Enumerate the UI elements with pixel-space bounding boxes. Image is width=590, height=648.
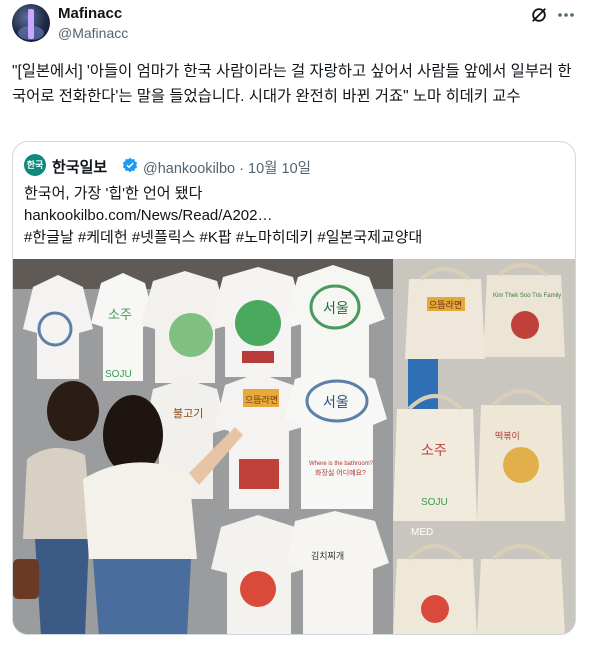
meta-separator: ·	[239, 161, 244, 177]
shirt-print	[240, 571, 276, 607]
person-blouse	[23, 447, 93, 539]
avatar[interactable]	[12, 4, 50, 42]
quote-header: 한국 한국일보 @hankookilbo · 10월 10일	[24, 154, 564, 178]
shirt-text-ramen: 으뜸라면	[245, 395, 278, 405]
shirt-print	[239, 459, 279, 489]
bag-text-family: Kim Thek Soo Tris Family	[493, 293, 561, 299]
bag-print	[511, 311, 539, 339]
quote-link[interactable]: hankookilbo.com/News/Read/A202…	[24, 205, 564, 227]
verified-badge-icon	[122, 157, 138, 173]
bag-text-tteokbokki: 떡볶이	[495, 431, 520, 441]
shirt-text-kimchi: 김치찌개	[311, 550, 344, 561]
bag-text-ramen: 으뜸라면	[429, 300, 462, 310]
shirt-print	[169, 313, 213, 357]
source-meta: @hankookilbo · 10월 10일	[143, 157, 311, 178]
shirt-print	[242, 351, 274, 363]
person-jeans	[35, 539, 89, 634]
source-handle[interactable]: @hankookilbo	[143, 161, 235, 177]
quoted-tweet[interactable]: 한국 한국일보 @hankookilbo · 10월 10일 한국어, 가장 '…	[12, 141, 576, 635]
source-logo: 한국	[24, 154, 46, 176]
shirt-text-soju-en: SOJU	[105, 369, 132, 380]
person-jeans	[93, 559, 191, 634]
tweet-header: Mafinacc @Mafinacc	[12, 4, 578, 44]
shirt-text-bathroom-ko: 화장실 어디예요?	[315, 468, 366, 477]
tote-bag	[405, 279, 485, 359]
bag-text-soju: 소주	[421, 442, 447, 458]
author-handle[interactable]: @Mafinacc	[58, 25, 128, 41]
shirt-text-seoul-1: 서울	[323, 300, 349, 316]
sign-text-med: MED	[411, 527, 433, 538]
person-tshirt	[83, 462, 197, 559]
bag-print	[421, 595, 449, 623]
more-icon[interactable]	[556, 6, 576, 24]
shirt-text-seoul-2: 서울	[323, 394, 349, 410]
shirt-text-bathroom-en: Where is the bathroom?	[309, 461, 374, 467]
quote-headline: 한국어, 가장 '힙'한 언어 됐다	[24, 185, 203, 202]
person-bag	[13, 559, 39, 599]
tote-bag	[477, 559, 565, 634]
shirt-text-bulgogi: 불고기	[173, 407, 203, 420]
quote-photo[interactable]: 서울 소주 SOJU 으뜸라면 서울 Where is the bathroom…	[13, 259, 575, 634]
author-display-name[interactable]: Mafinacc	[58, 5, 122, 22]
avatar-tower	[28, 9, 34, 39]
quote-body: 한국어, 가장 '힙'한 언어 됐다 hankookilbo.com/News/…	[24, 183, 564, 249]
quote-date[interactable]: 10월 10일	[248, 161, 311, 177]
tweet-text: "[일본에서] '아들이 엄마가 한국 사람이라는 걸 자랑하고 싶어서 사람들…	[12, 63, 572, 105]
source-name[interactable]: 한국일보	[52, 156, 107, 177]
grok-icon[interactable]	[530, 6, 548, 24]
bag-print	[503, 447, 539, 483]
bag-text-soju-en: SOJU	[421, 497, 448, 508]
photo-scene: 서울 소주 SOJU 으뜸라면 서울 Where is the bathroom…	[13, 259, 575, 634]
shirt-print	[235, 300, 281, 346]
person-hair	[47, 381, 99, 441]
quote-hashtags[interactable]: #한글날 #케데헌 #넷플릭스 #K팝 #노마히데키 #일본국제교양대	[24, 227, 564, 249]
shirt-text-soju: 소주	[108, 307, 132, 322]
